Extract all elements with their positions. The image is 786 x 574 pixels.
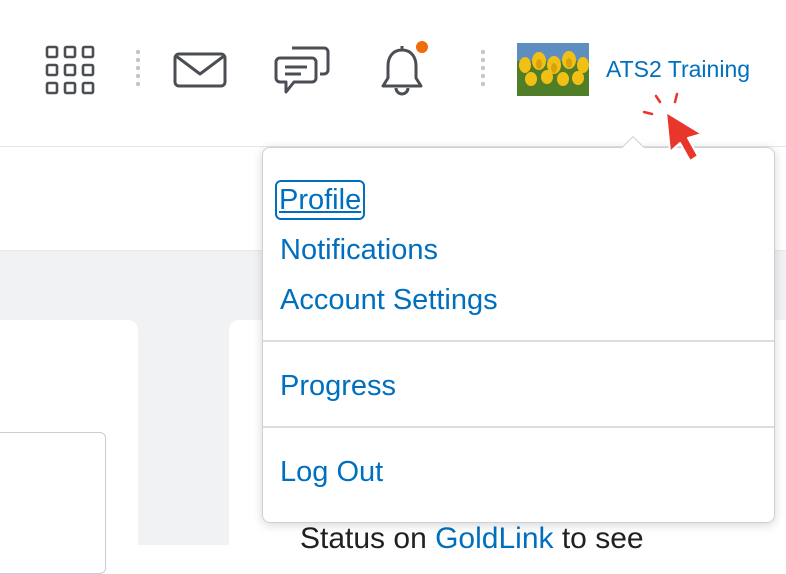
- menu-item-profile[interactable]: Profile: [275, 180, 366, 220]
- separator: [136, 48, 140, 88]
- menu-item-log-out[interactable]: Log Out: [280, 454, 383, 490]
- mail-icon[interactable]: [173, 52, 227, 88]
- grid-icon[interactable]: [44, 44, 96, 96]
- user-name-button[interactable]: ATS2 Training: [606, 56, 750, 83]
- menu-divider: [263, 340, 774, 342]
- user-dropdown-menu: Profile Notifications Account Settings P…: [262, 147, 775, 523]
- separator: [481, 48, 485, 88]
- content-box: [0, 432, 106, 574]
- pointer-cursor-icon: [640, 90, 710, 175]
- menu-item-progress[interactable]: Progress: [280, 368, 396, 404]
- status-text: Status on GoldLink to see: [300, 522, 644, 555]
- goldlink-link[interactable]: GoldLink: [435, 522, 553, 555]
- chat-icon[interactable]: [274, 44, 330, 96]
- menu-item-notifications[interactable]: Notifications: [280, 232, 438, 268]
- avatar[interactable]: [517, 43, 589, 96]
- menu-divider: [263, 426, 774, 428]
- menu-item-account-settings[interactable]: Account Settings: [280, 282, 498, 318]
- notification-badge: [414, 39, 430, 55]
